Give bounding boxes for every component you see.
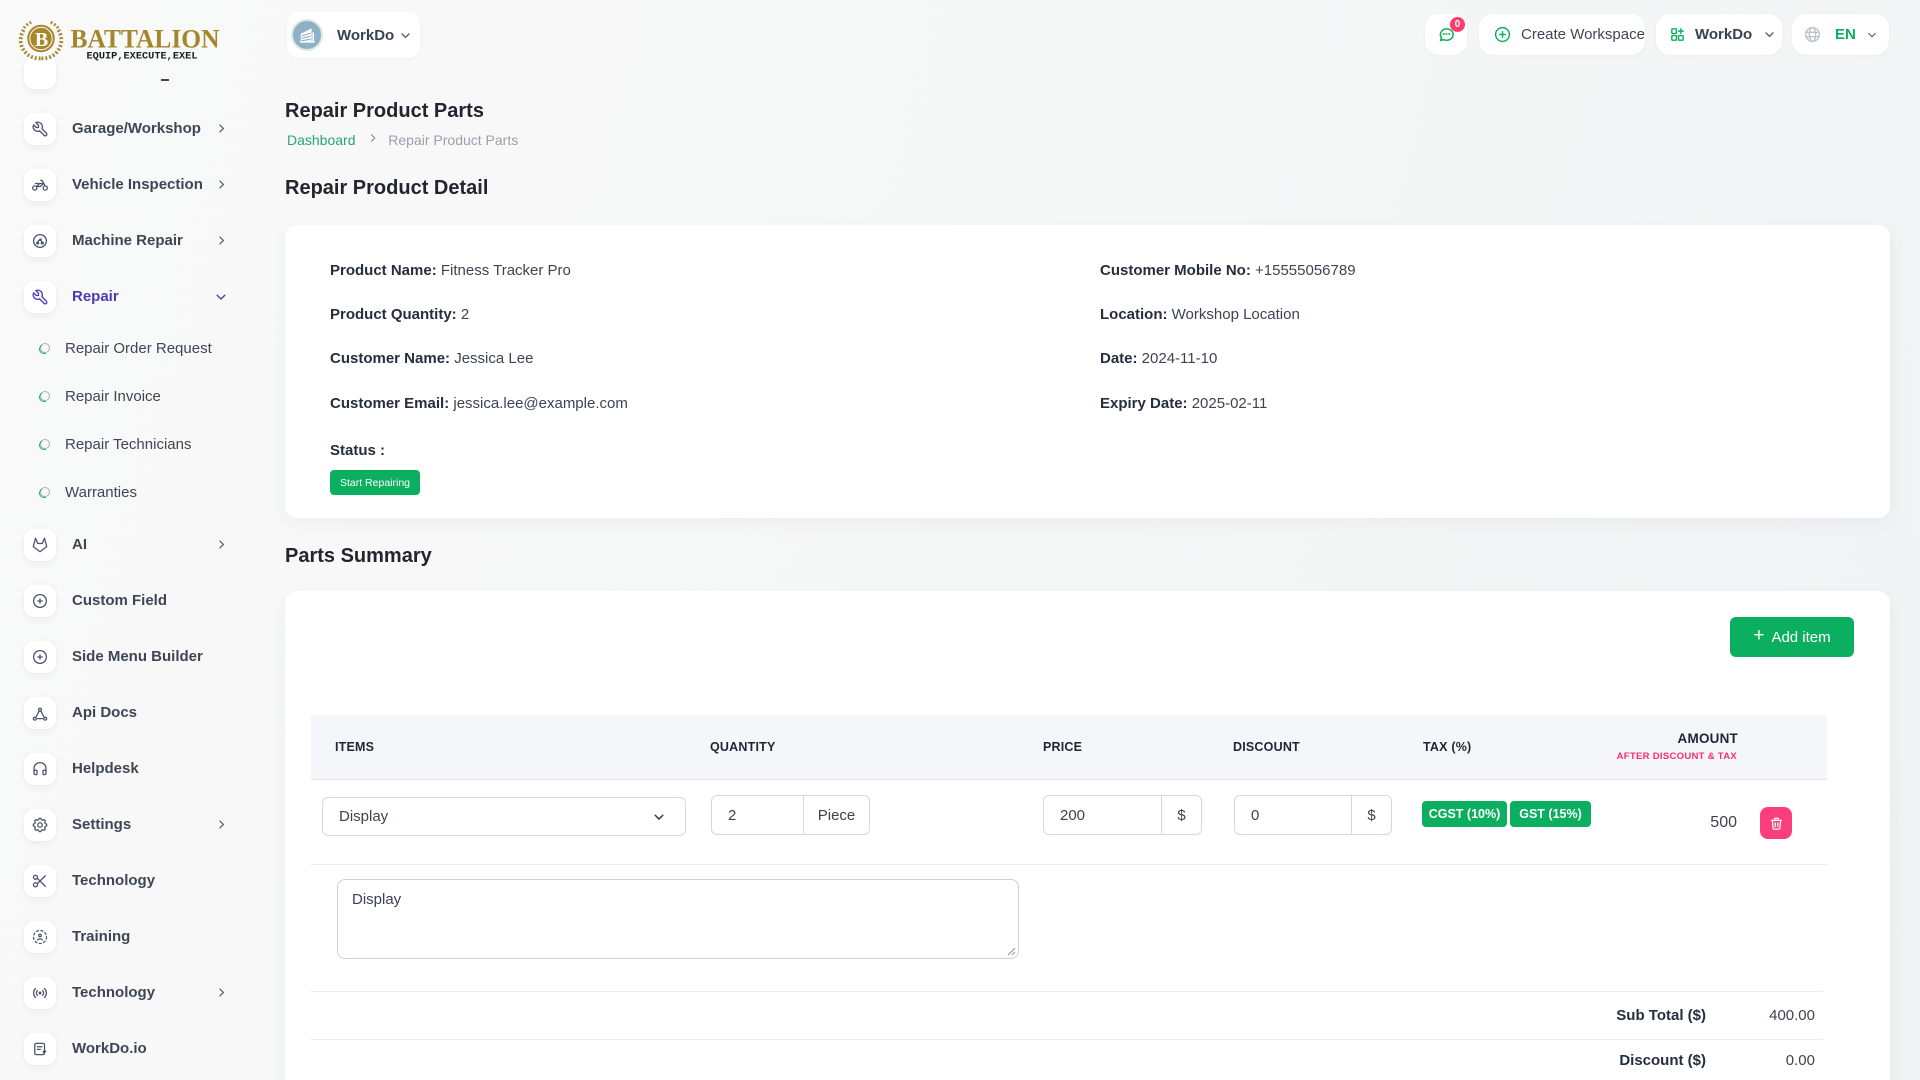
svg-text:EQUIP,EXECUTE,EXEL: EQUIP,EXECUTE,EXEL — [87, 52, 198, 63]
svg-text:B: B — [35, 29, 48, 51]
svg-text:BATTALION: BATTALION — [71, 24, 220, 54]
